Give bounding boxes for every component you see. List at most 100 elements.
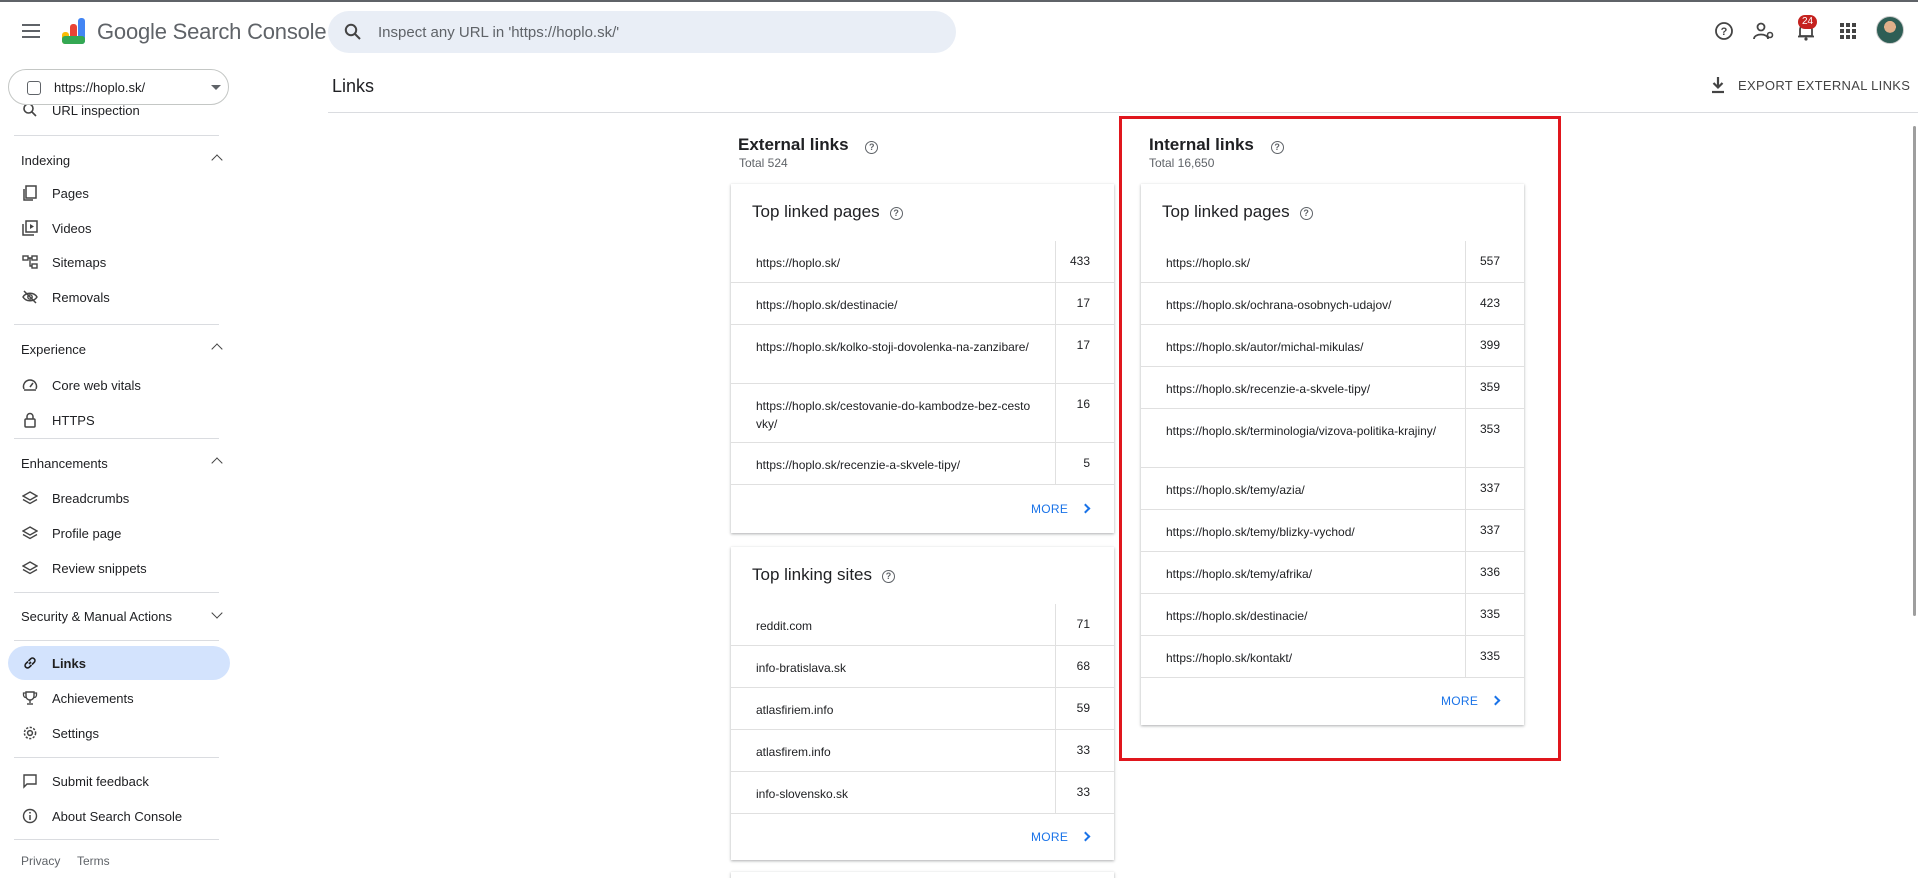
sidebar-item-label: Achievements [52, 691, 134, 706]
row-count: 17 [1076, 296, 1090, 310]
more-button[interactable]: MORE [1031, 830, 1091, 844]
chevron-down-icon [211, 607, 223, 619]
row-count: 33 [1076, 785, 1090, 799]
dropdown-caret-icon [211, 85, 221, 90]
sidebar-item-review-snippets[interactable]: Review snippets [8, 551, 230, 585]
table-row[interactable]: atlasfirem.info 33 [731, 730, 1114, 772]
table-row[interactable]: info-bratislava.sk 68 [731, 646, 1114, 688]
sidebar-item-label: Submit feedback [52, 774, 149, 789]
apps-grid-icon[interactable] [1834, 17, 1862, 45]
more-label: MORE [1031, 830, 1069, 844]
chevron-up-icon [211, 457, 223, 469]
row-count: 16 [1076, 397, 1090, 411]
row-url: https://hoplo.sk/ [756, 256, 841, 270]
manage-users-icon[interactable] [1750, 17, 1778, 45]
sidebar-item-label: About Search Console [52, 809, 183, 824]
column-divider [1055, 604, 1056, 645]
sidebar-item-sitemaps[interactable]: Sitemaps [8, 245, 230, 279]
help-icon[interactable]: ? [882, 570, 896, 583]
row-url: info-bratislava.sk [756, 661, 847, 675]
row-url: https://hoplo.sk/kolko-stoji-dovolenka-n… [756, 340, 1029, 354]
app-title[interactable]: Google Search Console [97, 19, 327, 45]
export-label: EXPORT EXTERNAL LINKS [1738, 78, 1911, 93]
row-count: 68 [1076, 659, 1090, 673]
visibility-off-icon [22, 290, 38, 304]
top-bar: Google Search Console ? 24 [0, 0, 1918, 60]
sidebar-item-label: Review snippets [52, 561, 147, 576]
table-row[interactable]: reddit.com 71 [731, 604, 1114, 646]
section-title: Security & Manual Actions [21, 609, 173, 624]
account-avatar[interactable] [1876, 16, 1904, 44]
sidebar-item-label: Sitemaps [52, 255, 107, 270]
url-inspection-search[interactable] [328, 11, 956, 53]
table-row[interactable]: https://hoplo.sk/cestovanie-do-kambodze-… [731, 384, 1114, 443]
help-icon[interactable]: ? [865, 141, 879, 154]
card-title-wrap: Top linking sites? [752, 565, 896, 585]
sidebar-item-core-web-vitals[interactable]: Core web vitals [8, 368, 230, 402]
menu-icon[interactable] [18, 18, 44, 44]
column-divider [1055, 325, 1056, 383]
column-divider [1055, 443, 1056, 484]
more-button[interactable]: MORE [1031, 502, 1091, 516]
page-scrollbar[interactable] [1913, 126, 1916, 616]
sidebar-item-breadcrumbs[interactable]: Breadcrumbs [8, 481, 230, 515]
chevron-up-icon [211, 343, 223, 355]
row-count: 5 [1083, 456, 1090, 470]
svg-text:?: ? [1721, 26, 1728, 38]
row-url: atlasfiriem.info [756, 703, 834, 717]
video-icon [22, 220, 38, 236]
table-row[interactable]: https://hoplo.sk/destinacie/17 [731, 283, 1114, 325]
sidebar-item-label: Profile page [52, 526, 122, 541]
terms-link[interactable]: Terms [77, 854, 110, 868]
table-row[interactable]: atlasfiriem.info 59 [731, 688, 1114, 730]
sidebar-item-videos[interactable]: Videos [8, 211, 230, 245]
search-console-logo[interactable] [60, 16, 90, 46]
divider [14, 640, 219, 641]
sidebar-item-label: HTTPS [52, 413, 95, 428]
external-top-linked-pages-card: Top linked pages? https://hoplo.sk/433 ht… [731, 184, 1114, 533]
sidebar-item-label: Pages [52, 186, 89, 201]
chevron-right-icon [1080, 831, 1091, 842]
table-row[interactable]: info-slovensko.sk 33 [731, 772, 1114, 814]
help-icon[interactable]: ? [889, 207, 903, 220]
search-icon [344, 23, 361, 40]
help-icon[interactable]: ? [1710, 17, 1738, 45]
table-row[interactable]: https://hoplo.sk/kolko-stoji-dovolenka-n… [731, 325, 1114, 384]
row-count: 59 [1076, 701, 1090, 715]
sitemap-icon [22, 255, 38, 269]
sidebar-item-label: Videos [52, 221, 92, 236]
sidebar-item-pages[interactable]: Pages [8, 176, 230, 210]
pages-icon [23, 185, 37, 201]
sidebar-item-submit-feedback[interactable]: Submit feedback [8, 764, 230, 798]
chevron-right-icon [1080, 503, 1091, 514]
external-links-heading: External links ? [738, 135, 879, 155]
sidebar-item-about-search-console[interactable]: About Search Console [8, 799, 230, 833]
divider [14, 839, 219, 840]
divider [14, 438, 219, 439]
search-input[interactable] [378, 11, 938, 53]
table-row[interactable]: https://hoplo.sk/recenzie-a-skvele-tipy/… [731, 443, 1114, 485]
section-enhancements[interactable]: Enhancements [21, 456, 223, 476]
sidebar-item-removals[interactable]: Removals [8, 280, 230, 314]
row-count: 433 [1069, 254, 1090, 268]
table-row[interactable]: https://hoplo.sk/433 [731, 241, 1114, 283]
sidebar-item-label: Links [52, 656, 86, 671]
column-divider [1055, 283, 1056, 324]
page-title: Links [332, 76, 375, 96]
section-title: Experience [21, 342, 87, 357]
trophy-icon [22, 691, 38, 705]
next-card-edge [731, 872, 1114, 878]
row-url: https://hoplo.sk/cestovanie-do-kambodze-… [756, 399, 1031, 431]
sidebar-item-achievements[interactable]: Achievements [8, 681, 230, 715]
property-selector[interactable]: https://hoplo.sk/ [8, 69, 229, 105]
sidebar-item-profile-page[interactable]: Profile page [8, 516, 230, 550]
section-indexing[interactable]: Indexing [21, 153, 223, 173]
layers-icon [22, 491, 38, 505]
privacy-link[interactable]: Privacy [21, 854, 60, 868]
sidebar-item-links[interactable]: Links [8, 646, 230, 680]
sidebar-item-settings[interactable]: Settings [8, 716, 230, 750]
sidebar-item-url-inspection[interactable]: URL inspection [8, 105, 230, 127]
sidebar-item-https[interactable]: HTTPS [8, 403, 230, 437]
section-experience[interactable]: Experience [21, 342, 223, 362]
section-security-manual-actions[interactable]: Security & Manual Actions [21, 607, 223, 629]
